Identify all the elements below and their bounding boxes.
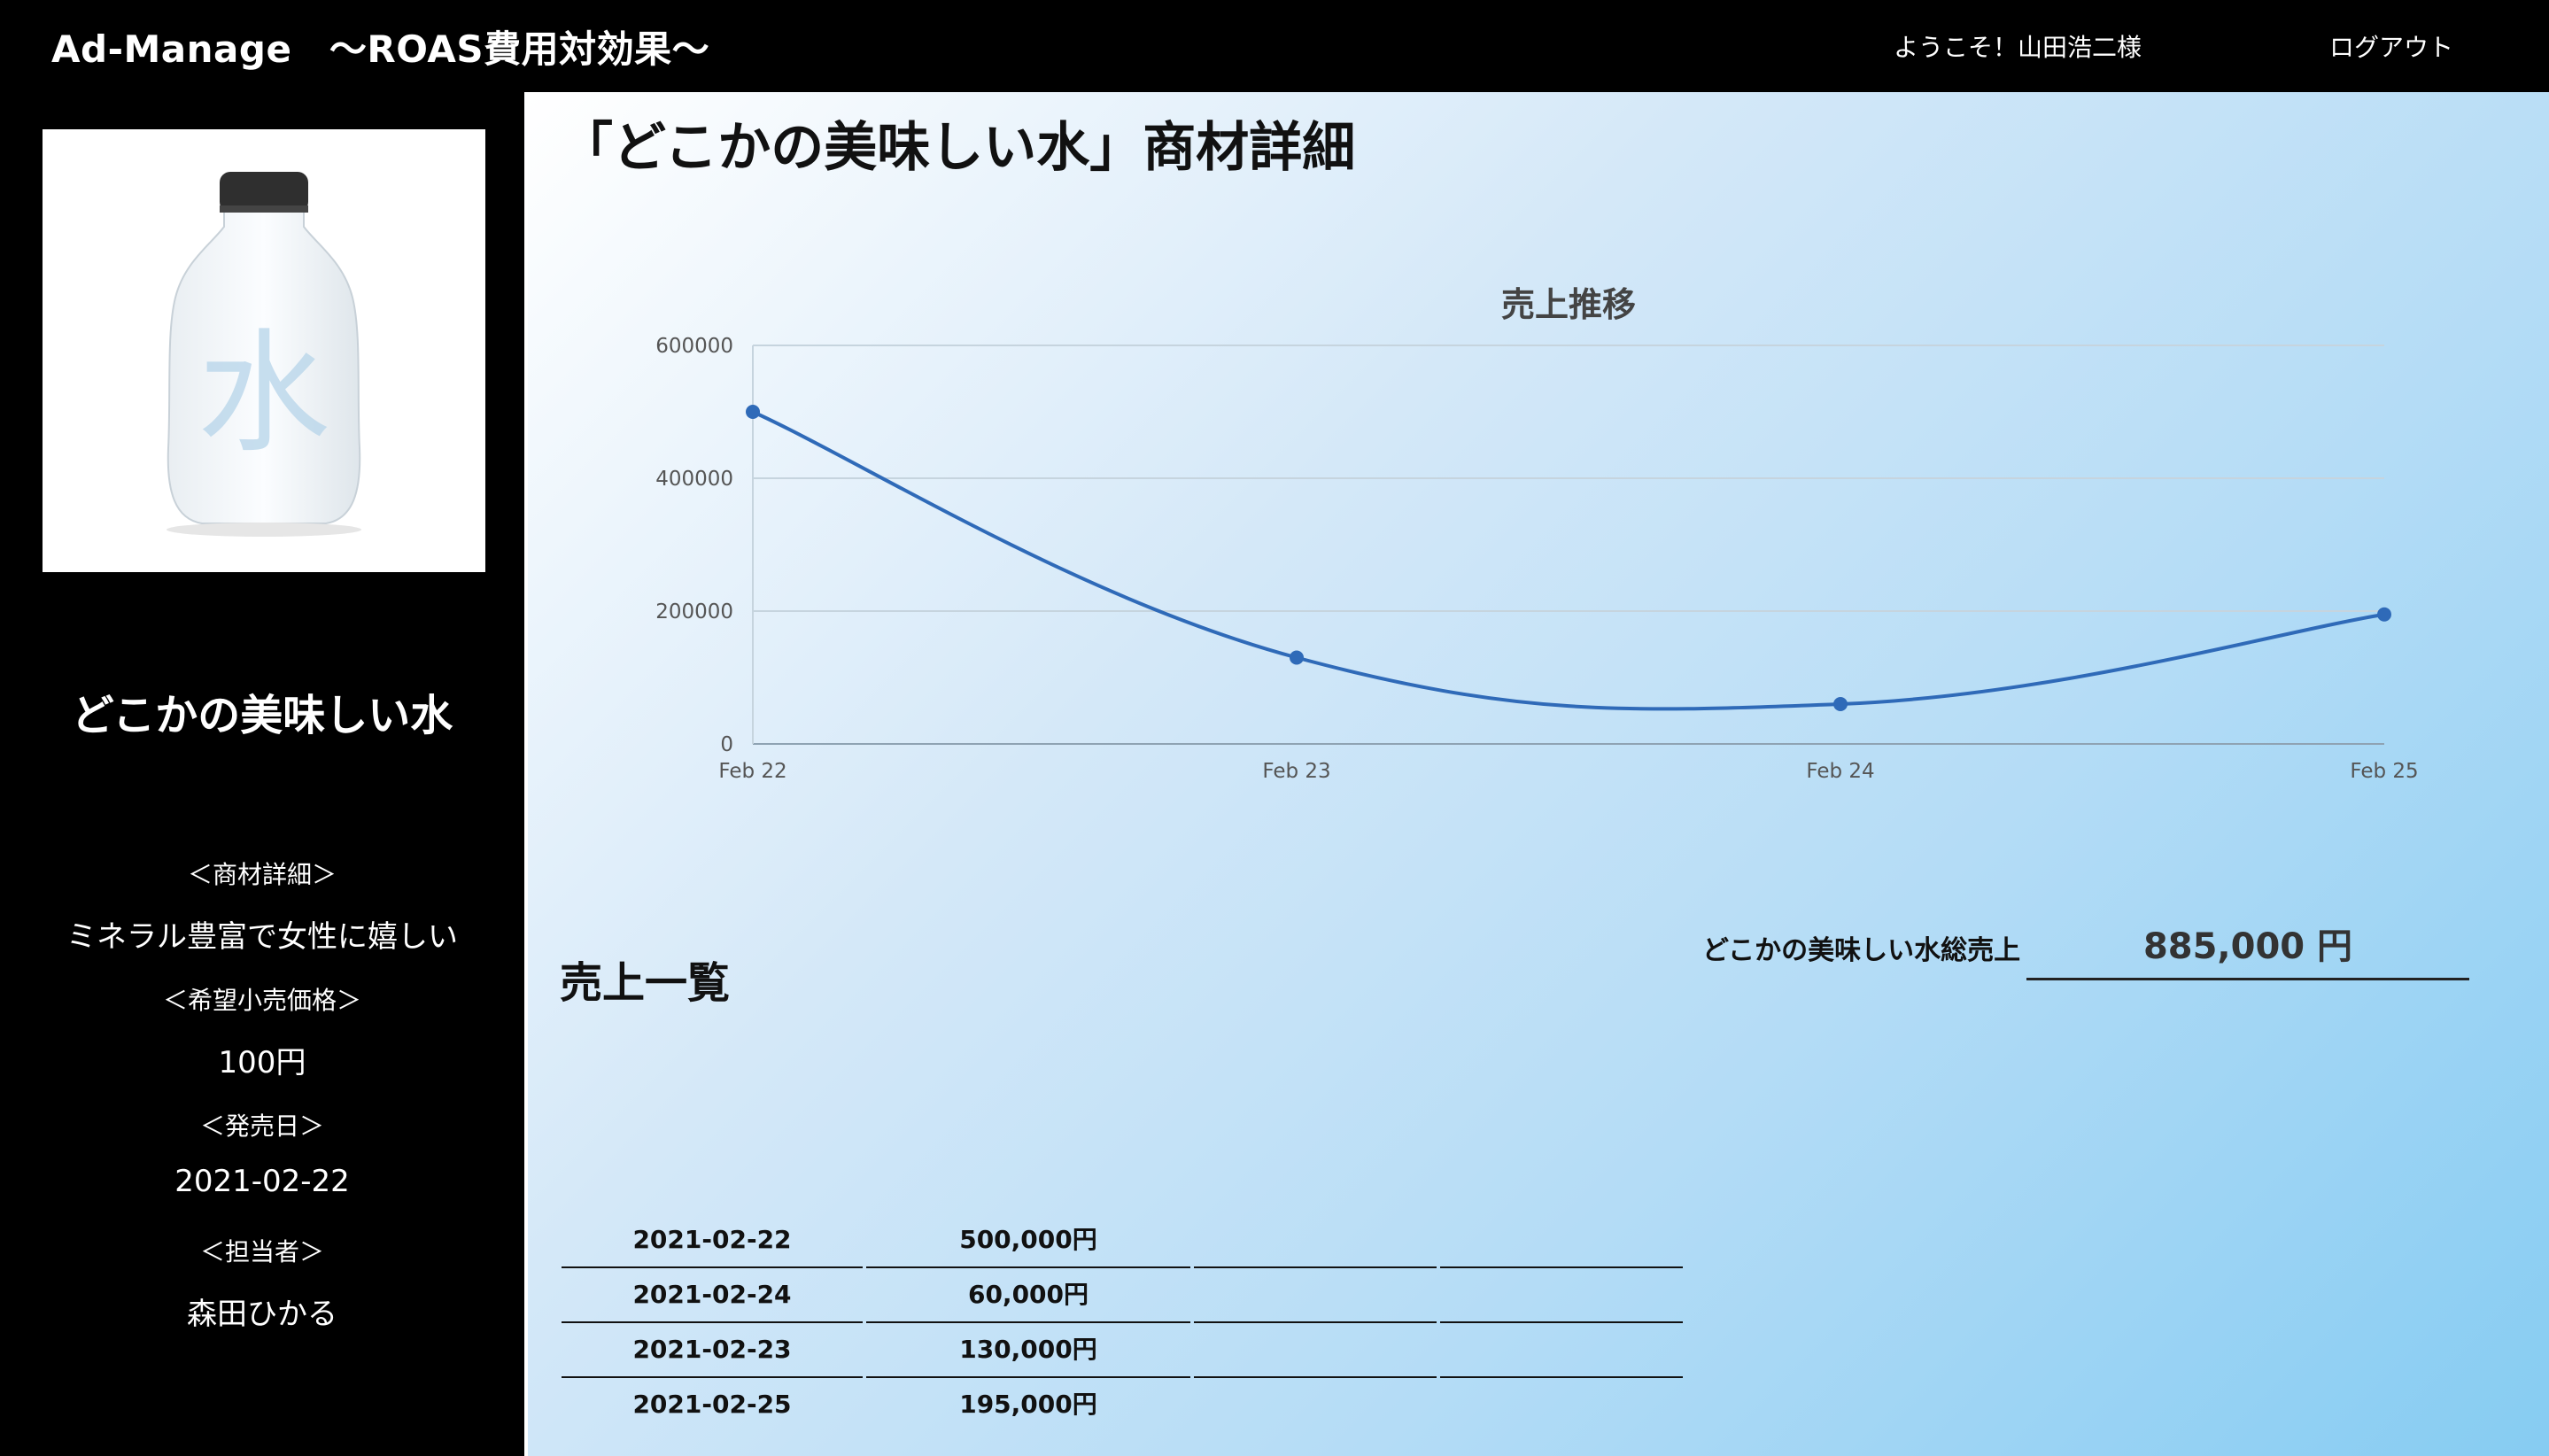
sales-list-title: 売上一覧 (560, 958, 731, 1008)
sale-date-cell: 2021-02-22 (562, 1213, 863, 1268)
empty-cell (1194, 1378, 1437, 1431)
top-bar: Ad-Manage 〜ROAS費用対効果〜 ようこそ！山田浩二様 ログアウト (0, 0, 2549, 89)
x-tick-label: Feb 24 (1806, 760, 1874, 783)
data-point (1833, 697, 1848, 711)
empty-cell (1194, 1268, 1437, 1323)
total-sales-value: 885,000 円 (2026, 916, 2469, 980)
sales-trend-chart[interactable]: 売上推移 0 200000 400000 600000 Feb 22 Feb 23 Feb 2… (528, 92, 2549, 818)
empty-cell (1194, 1213, 1437, 1268)
x-tick-label: Feb 22 (718, 760, 786, 783)
logout-link[interactable]: ログアウト (2329, 28, 2453, 64)
sale-date-cell: 2021-02-25 (632, 1390, 792, 1419)
sale-amount-cell: 60,000円 (866, 1268, 1190, 1323)
x-tick-label: Feb 23 (1262, 760, 1330, 783)
sale-date-cell: 2021-02-24 (562, 1268, 863, 1323)
detail-label: ＜商材詳細＞ (187, 860, 337, 889)
total-sales-label: どこかの美味しい水総売上 (1702, 935, 2021, 966)
empty-cell (1440, 1268, 1683, 1323)
app-brand[interactable]: Ad-Manage 〜ROAS費用対効果〜 (51, 19, 709, 74)
y-tick-label: 0 (720, 733, 733, 756)
y-tick-label: 200000 (655, 600, 733, 623)
release-date-value: 2021-02-22 (174, 1164, 350, 1199)
empty-cell (1194, 1323, 1437, 1378)
water-bottle-image: 水 (43, 129, 485, 572)
data-point (746, 405, 760, 419)
chart-title: 売上推移 (1501, 285, 1636, 324)
y-tick-label: 400000 (655, 468, 733, 491)
sale-amount-cell: 195,000円 (959, 1390, 1097, 1419)
sale-date-cell: 2021-02-23 (562, 1323, 863, 1378)
product-image: 水 (43, 129, 485, 572)
person-in-charge-value: 森田ひかる (187, 1297, 337, 1332)
empty-cell (1440, 1323, 1683, 1378)
sales-line (752, 410, 2385, 711)
welcome-message: ようこそ！山田浩二様 (1894, 33, 2142, 62)
detail-value: ミネラル豊富で女性に嬉しい (66, 919, 458, 955)
price-label: ＜希望小売価格＞ (162, 986, 361, 1015)
empty-cell (1440, 1213, 1683, 1268)
x-tick-label: Feb 25 (2350, 760, 2418, 783)
sale-amount-cell: 130,000円 (866, 1323, 1190, 1378)
sale-amount-cell: 500,000円 (866, 1213, 1190, 1268)
data-point (1290, 650, 1304, 665)
person-in-charge-label: ＜担当者＞ (199, 1237, 324, 1266)
product-sidebar: 水 どこかの美味しい水 ＜商材詳細＞ ミネラル豊富で女性に嬉しい ＜希望小売価格… (0, 92, 528, 1456)
data-point (2377, 607, 2391, 622)
release-date-label: ＜発売日＞ (199, 1111, 324, 1141)
product-name: どこかの美味しい水 (71, 691, 453, 740)
empty-cell (1440, 1378, 1683, 1431)
bottle-glyph: 水 (198, 317, 330, 471)
y-tick-label: 600000 (655, 335, 733, 358)
main-content: 「どこかの美味しい水」商材詳細 売上推移 0 200000 400000 600000 F… (528, 92, 2549, 1456)
price-value: 100円 (218, 1045, 306, 1080)
